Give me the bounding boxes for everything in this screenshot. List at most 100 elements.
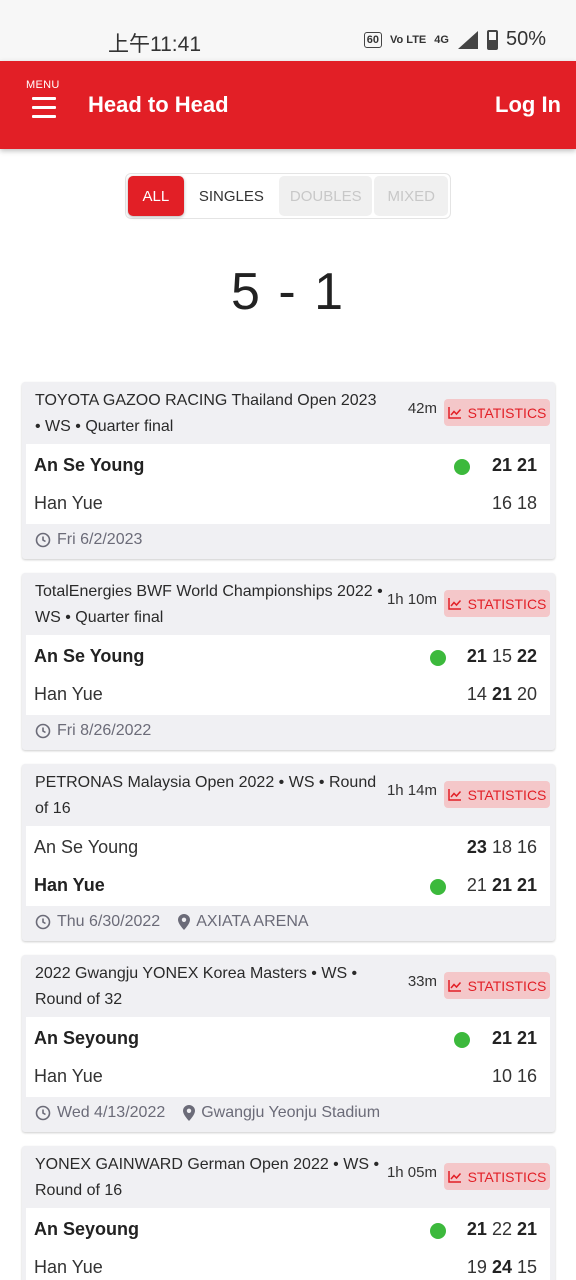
match-footer: Fri 6/2/2023 bbox=[35, 531, 142, 549]
player-row[interactable]: An Se Young 21 15 22 bbox=[26, 637, 550, 675]
menu-label: MENU bbox=[26, 79, 60, 91]
player-name[interactable]: Han Yue bbox=[34, 1066, 103, 1087]
set-scores: 10 16 bbox=[492, 1066, 537, 1087]
player-name[interactable]: An Seyoung bbox=[34, 1028, 139, 1049]
statistics-button[interactable]: STATISTICS bbox=[444, 1163, 550, 1190]
chart-icon bbox=[447, 979, 461, 992]
set-score: 20 bbox=[516, 684, 537, 704]
tab-singles[interactable]: SINGLES bbox=[186, 176, 277, 216]
player-row[interactable]: Han Yue 21 21 21 bbox=[26, 866, 550, 904]
match-date: Fri 8/26/2022 bbox=[57, 722, 152, 739]
player-name[interactable]: Han Yue bbox=[34, 875, 105, 896]
players-box: An Seyoung 21 21 Han Yue 10 16 bbox=[26, 1017, 550, 1097]
set-score: 21 bbox=[516, 1028, 537, 1048]
player-name[interactable]: Han Yue bbox=[34, 1257, 103, 1278]
match-venue[interactable]: AXIATA ARENA bbox=[196, 913, 308, 931]
set-scores: 16 18 bbox=[492, 493, 537, 514]
player-name[interactable]: An Se Young bbox=[34, 837, 138, 858]
battery-icon bbox=[486, 29, 498, 50]
set-score: 15 bbox=[491, 646, 512, 666]
event-title[interactable]: 2022 Gwangju YONEX Korea Masters • WS • … bbox=[35, 961, 385, 1013]
head-to-head-score: 5 - 1 bbox=[230, 263, 346, 321]
login-link[interactable]: Log In bbox=[495, 92, 561, 118]
set-score: 16 bbox=[516, 837, 537, 857]
statistics-label: STATISTICS bbox=[467, 1168, 547, 1185]
winner-indicator bbox=[430, 1223, 446, 1239]
set-scores: 19 24 15 bbox=[467, 1257, 537, 1278]
winner-indicator bbox=[430, 650, 446, 666]
set-scores: 21 21 bbox=[492, 1028, 537, 1049]
set-score: 21 bbox=[466, 875, 487, 895]
statistics-button[interactable]: STATISTICS bbox=[444, 399, 550, 426]
signal-icon bbox=[457, 30, 478, 49]
match-card[interactable]: 2022 Gwangju YONEX Korea Masters • WS • … bbox=[22, 955, 555, 1132]
match-card[interactable]: TOYOTA GAZOO RACING Thailand Open 2023 •… bbox=[22, 382, 555, 559]
category-tabs: ALL SINGLES DOUBLES MIXED bbox=[125, 173, 451, 219]
chart-icon bbox=[447, 406, 461, 419]
player-name[interactable]: Han Yue bbox=[34, 684, 103, 705]
player-row[interactable]: An Se Young 21 21 bbox=[26, 446, 550, 484]
players-box: An Se Young 23 18 16 Han Yue 21 21 21 bbox=[26, 826, 550, 906]
player-name[interactable]: An Se Young bbox=[34, 646, 144, 667]
player-row[interactable]: An Seyoung 21 22 21 bbox=[26, 1210, 550, 1248]
player-row[interactable]: Han Yue 14 21 20 bbox=[26, 675, 550, 713]
set-scores: 23 18 16 bbox=[467, 837, 537, 858]
refresh-rate-icon: 60 bbox=[363, 31, 383, 48]
match-duration: 42m bbox=[407, 400, 437, 417]
hamburger-icon bbox=[32, 97, 56, 118]
player-row[interactable]: Han Yue 16 18 bbox=[26, 484, 550, 522]
set-score: 21 bbox=[491, 455, 512, 475]
set-score: 22 bbox=[516, 646, 537, 666]
player-name[interactable]: An Seyoung bbox=[34, 1219, 139, 1240]
match-card[interactable]: TotalEnergies BWF World Championships 20… bbox=[22, 573, 555, 750]
match-venue[interactable]: Gwangju Yeonju Stadium bbox=[201, 1104, 380, 1122]
battery-level: 50% bbox=[505, 28, 546, 50]
set-scores: 21 21 21 bbox=[467, 875, 537, 896]
set-score: 10 bbox=[491, 1066, 512, 1086]
chart-icon bbox=[447, 1170, 461, 1183]
clock-icon bbox=[35, 532, 51, 548]
player-row[interactable]: An Seyoung 21 21 bbox=[26, 1019, 550, 1057]
tab-all[interactable]: ALL bbox=[128, 176, 184, 216]
chart-icon bbox=[447, 597, 461, 610]
player-row[interactable]: Han Yue 19 24 15 bbox=[26, 1248, 550, 1280]
set-score: 16 bbox=[516, 1066, 537, 1086]
clock-icon bbox=[35, 914, 51, 930]
event-title[interactable]: TotalEnergies BWF World Championships 20… bbox=[35, 579, 385, 631]
set-score: 21 bbox=[516, 455, 537, 475]
set-score: 16 bbox=[491, 493, 512, 513]
set-score: 15 bbox=[516, 1257, 537, 1277]
set-score: 22 bbox=[491, 1219, 512, 1239]
player-row[interactable]: Han Yue 10 16 bbox=[26, 1057, 550, 1095]
set-score: 21 bbox=[491, 684, 512, 704]
statistics-button[interactable]: STATISTICS bbox=[444, 590, 550, 617]
statistics-label: STATISTICS bbox=[467, 595, 547, 612]
match-card[interactable]: YONEX GAINWARD German Open 2022 • WS • R… bbox=[22, 1146, 555, 1280]
status-icons: 60 Vo LTE 4G 50% bbox=[363, 28, 546, 51]
network-type-icon: 4G bbox=[434, 33, 449, 46]
menu-button[interactable]: MENU bbox=[26, 79, 64, 131]
match-card[interactable]: PETRONAS Malaysia Open 2022 • WS • Round… bbox=[22, 764, 555, 941]
match-footer: Thu 6/30/2022 AXIATA ARENA bbox=[35, 913, 309, 931]
match-duration: 1h 14m bbox=[386, 782, 437, 799]
player-name[interactable]: An Se Young bbox=[34, 455, 144, 476]
set-score: 18 bbox=[491, 837, 512, 857]
players-box: An Seyoung 21 22 21 Han Yue 19 24 15 bbox=[26, 1208, 550, 1280]
event-title[interactable]: PETRONAS Malaysia Open 2022 • WS • Round… bbox=[35, 770, 385, 822]
player-name[interactable]: Han Yue bbox=[34, 493, 103, 514]
set-score: 23 bbox=[466, 837, 487, 857]
match-date: Wed 4/13/2022 bbox=[57, 1104, 166, 1121]
match-duration: 33m bbox=[407, 973, 437, 990]
event-title[interactable]: YONEX GAINWARD German Open 2022 • WS • R… bbox=[35, 1152, 385, 1204]
winner-indicator bbox=[430, 879, 446, 895]
statistics-button[interactable]: STATISTICS bbox=[444, 972, 550, 999]
statistics-button[interactable]: STATISTICS bbox=[444, 781, 550, 808]
event-title[interactable]: TOYOTA GAZOO RACING Thailand Open 2023 •… bbox=[35, 388, 385, 440]
set-score: 24 bbox=[491, 1257, 512, 1277]
set-score: 21 bbox=[491, 1028, 512, 1048]
status-bar: 上午11:41 60 Vo LTE 4G 50% bbox=[0, 0, 576, 61]
set-score: 19 bbox=[466, 1257, 487, 1277]
player-row[interactable]: An Se Young 23 18 16 bbox=[26, 828, 550, 866]
tab-doubles: DOUBLES bbox=[279, 176, 373, 216]
match-footer: Fri 8/26/2022 bbox=[35, 722, 151, 740]
